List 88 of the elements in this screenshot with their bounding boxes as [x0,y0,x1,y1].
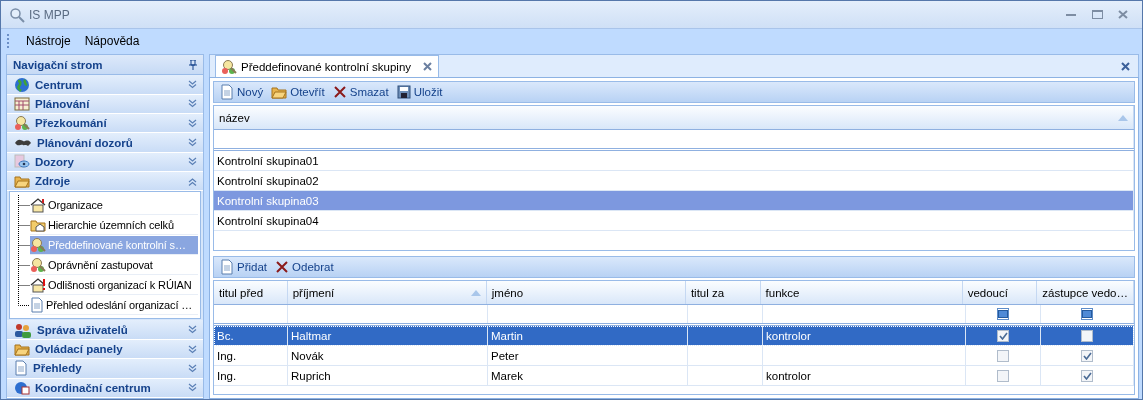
minimize-icon[interactable] [1066,13,1076,16]
column-header[interactable]: název [214,106,1134,129]
open-folder-icon [271,85,288,99]
toolbar-button[interactable]: Otevřít [269,85,327,99]
tab[interactable]: Předdefinované kontrolní skupiny [215,55,440,77]
globe-calendar-icon [14,379,30,396]
eye-icon [14,153,30,170]
new-document-icon [220,84,234,100]
filter-checkbox[interactable] [1081,308,1093,320]
expand-icon [188,363,197,373]
column-header[interactable]: titul před [214,281,288,304]
sidebar-group[interactable]: Plánování [7,94,203,115]
window-title: IS MPP [29,7,71,22]
toolbar-button[interactable]: Nový [218,84,266,100]
magnifier-people-icon [30,237,46,253]
column-header[interactable]: příjmení [287,281,487,304]
sidebar-group[interactable]: Centrum [7,75,203,95]
checkbox[interactable] [1081,349,1093,362]
expand-icon [188,383,197,393]
tree-line [18,195,30,216]
magnifier-people-icon [221,58,237,75]
tree-line [18,215,30,236]
folder-icon [14,342,30,356]
column-header[interactable]: jméno [486,281,686,304]
calendar-icon [14,95,30,112]
tree-item[interactable]: Oprávnění zastupovat [30,256,198,275]
expand-icon [188,157,197,167]
sidebar-group[interactable]: Přehledy [7,359,203,379]
globe-icon [14,76,30,93]
expand-icon [188,325,197,335]
expand-icon [188,344,197,354]
checkbox[interactable] [1081,369,1093,382]
close-icon[interactable] [1118,10,1128,19]
document-icon [30,297,44,313]
pin-icon [189,59,197,70]
folder-icon [14,174,30,189]
table-row[interactable]: Kontrolní skupina01 [214,151,1134,171]
sidebar-group[interactable]: Ovládací panely [7,339,203,360]
add-document-icon [220,259,234,275]
sidebar-group[interactable]: Koordinační centrum [7,378,203,398]
checkbox[interactable] [997,349,1009,362]
tree-item[interactable]: Přehled odeslání organizací … [30,296,198,315]
toolbar-button[interactable]: Přidat [218,259,270,275]
house-warning-icon [30,277,46,293]
column-header[interactable]: vedoucí [962,281,1038,304]
checkbox[interactable] [997,369,1009,382]
tree-line [18,235,30,256]
house-icon [30,197,46,213]
menu-item[interactable]: Nápověda [78,32,146,50]
table-row[interactable]: Kontrolní skupina04 [214,211,1134,231]
column-header[interactable]: titul za [685,281,761,304]
expand-icon [188,138,197,148]
folder-house-icon [30,218,46,232]
toolbar-button[interactable]: Odebrat [273,260,336,274]
expand-icon [188,99,197,109]
menu-item[interactable]: Nástroje [20,32,77,50]
maximize-icon[interactable] [1091,10,1103,19]
expand-icon [188,118,197,128]
users-icon [14,321,32,338]
column-header[interactable]: zástupce vedo… [1037,281,1134,304]
sidebar-group[interactable]: Zdroje [7,172,203,192]
tab-close-button[interactable] [423,62,433,71]
toolbar-button[interactable]: Smazat [330,85,391,99]
table-row[interactable]: Ing. Novák Peter [214,346,1134,366]
tree-item[interactable]: Organizace [30,196,198,215]
expand-icon [188,80,197,89]
table-row[interactable]: Bc. Haltmar Martin kontrolor [214,326,1134,346]
delete-icon [332,85,347,99]
checkbox[interactable] [997,329,1009,342]
tree-line [18,255,30,276]
sidebar-group[interactable]: Plánování dozorů [7,133,203,153]
remove-icon [275,260,290,274]
sidebar-group[interactable]: Přezkoumání [7,114,203,134]
table-row[interactable]: Ing. Ruprich Marek kontrolor [214,366,1134,386]
column-header[interactable]: funkce [760,281,963,304]
tree-item[interactable]: Odlišnosti organizací k RÚIAN [30,276,198,295]
document-icon [14,360,28,377]
search-icon [9,6,25,23]
collapse-icon [188,176,197,186]
sidebar-group[interactable]: Správa uživatelů [7,320,203,340]
checkbox[interactable] [1081,329,1093,342]
table-row[interactable]: Kontrolní skupina02 [214,171,1134,191]
magnifier-people-icon [30,257,46,273]
close-button[interactable] [1121,61,1130,71]
filter-checkbox[interactable] [997,308,1009,320]
sidebar-title: Navigační strom [13,58,103,71]
toolbar-button[interactable]: Uložit [394,85,445,99]
sidebar-group[interactable]: Dozory [7,152,203,173]
